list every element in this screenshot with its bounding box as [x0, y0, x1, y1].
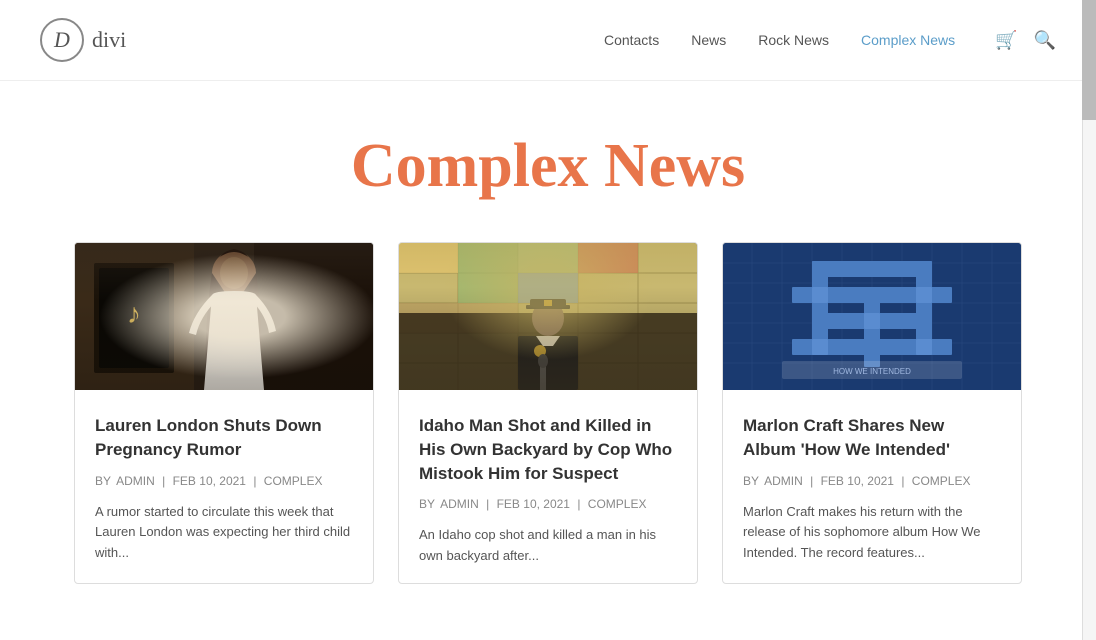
page-title: Complex News	[20, 131, 1076, 202]
card-1: ♪ Lauren London	[74, 242, 374, 584]
card-1-body: Lauren London Shuts Down Pregnancy Rumor…	[75, 390, 373, 580]
site-logo[interactable]: D divi	[40, 18, 126, 62]
svg-text:♪: ♪	[127, 299, 141, 330]
scrollbar[interactable]	[1082, 0, 1096, 640]
scrollbar-thumb[interactable]	[1082, 0, 1096, 120]
card-3-image: HOW WE INTENDED	[723, 243, 1021, 390]
card-1-title: Lauren London Shuts Down Pregnancy Rumor	[95, 414, 353, 462]
header: D divi Contacts News Rock News Complex N…	[0, 0, 1096, 81]
cards-grid: ♪ Lauren London	[8, 242, 1088, 624]
card-3-date: FEB 10, 2021	[821, 474, 894, 488]
card-1-author: ADMIN	[116, 474, 155, 488]
nav-utilities: 🛒 🔍	[995, 30, 1056, 51]
card-2-date: FEB 10, 2021	[497, 497, 570, 511]
card-3-category: COMPLEX	[912, 474, 971, 488]
logo-icon: D	[40, 18, 84, 62]
card-1-date: FEB 10, 2021	[173, 474, 246, 488]
search-icon[interactable]: 🔍	[1034, 30, 1056, 51]
card-1-meta: BY ADMIN | FEB 10, 2021 | COMPLEX	[95, 474, 353, 488]
nav-contacts[interactable]: Contacts	[604, 32, 659, 48]
page-title-section: Complex News	[0, 81, 1096, 242]
card-3-excerpt: Marlon Craft makes his return with the r…	[743, 502, 1001, 564]
card-2: Idaho Man Shot and Killed in His Own Bac…	[398, 242, 698, 584]
card-2-title: Idaho Man Shot and Killed in His Own Bac…	[419, 414, 677, 485]
card-3-author: ADMIN	[764, 474, 803, 488]
card-2-image	[399, 243, 697, 390]
card-2-excerpt: An Idaho cop shot and killed a man in hi…	[419, 525, 677, 567]
nav-complex-news[interactable]: Complex News	[861, 32, 955, 48]
main-nav: Contacts News Rock News Complex News 🛒 🔍	[604, 30, 1056, 51]
card-2-body: Idaho Man Shot and Killed in His Own Bac…	[399, 390, 697, 583]
card-2-author: ADMIN	[440, 497, 479, 511]
card-2-category: COMPLEX	[588, 497, 647, 511]
card-1-category: COMPLEX	[264, 474, 323, 488]
card-1-excerpt: A rumor started to circulate this week t…	[95, 502, 353, 564]
nav-rock-news[interactable]: Rock News	[758, 32, 829, 48]
card-1-image: ♪	[75, 243, 373, 390]
cart-icon[interactable]: 🛒	[995, 30, 1017, 51]
logo-name: divi	[92, 27, 126, 53]
card-3: HOW WE INTENDED Marlon Craft Shares New …	[722, 242, 1022, 584]
card-3-title: Marlon Craft Shares New Album 'How We In…	[743, 414, 1001, 462]
card-2-meta: BY ADMIN | FEB 10, 2021 | COMPLEX	[419, 497, 677, 511]
cards-section: ♪ Lauren London	[0, 242, 1096, 624]
card-3-body: Marlon Craft Shares New Album 'How We In…	[723, 390, 1021, 580]
nav-news[interactable]: News	[691, 32, 726, 48]
card-3-meta: BY ADMIN | FEB 10, 2021 | COMPLEX	[743, 474, 1001, 488]
svg-text:HOW WE INTENDED: HOW WE INTENDED	[833, 367, 911, 376]
